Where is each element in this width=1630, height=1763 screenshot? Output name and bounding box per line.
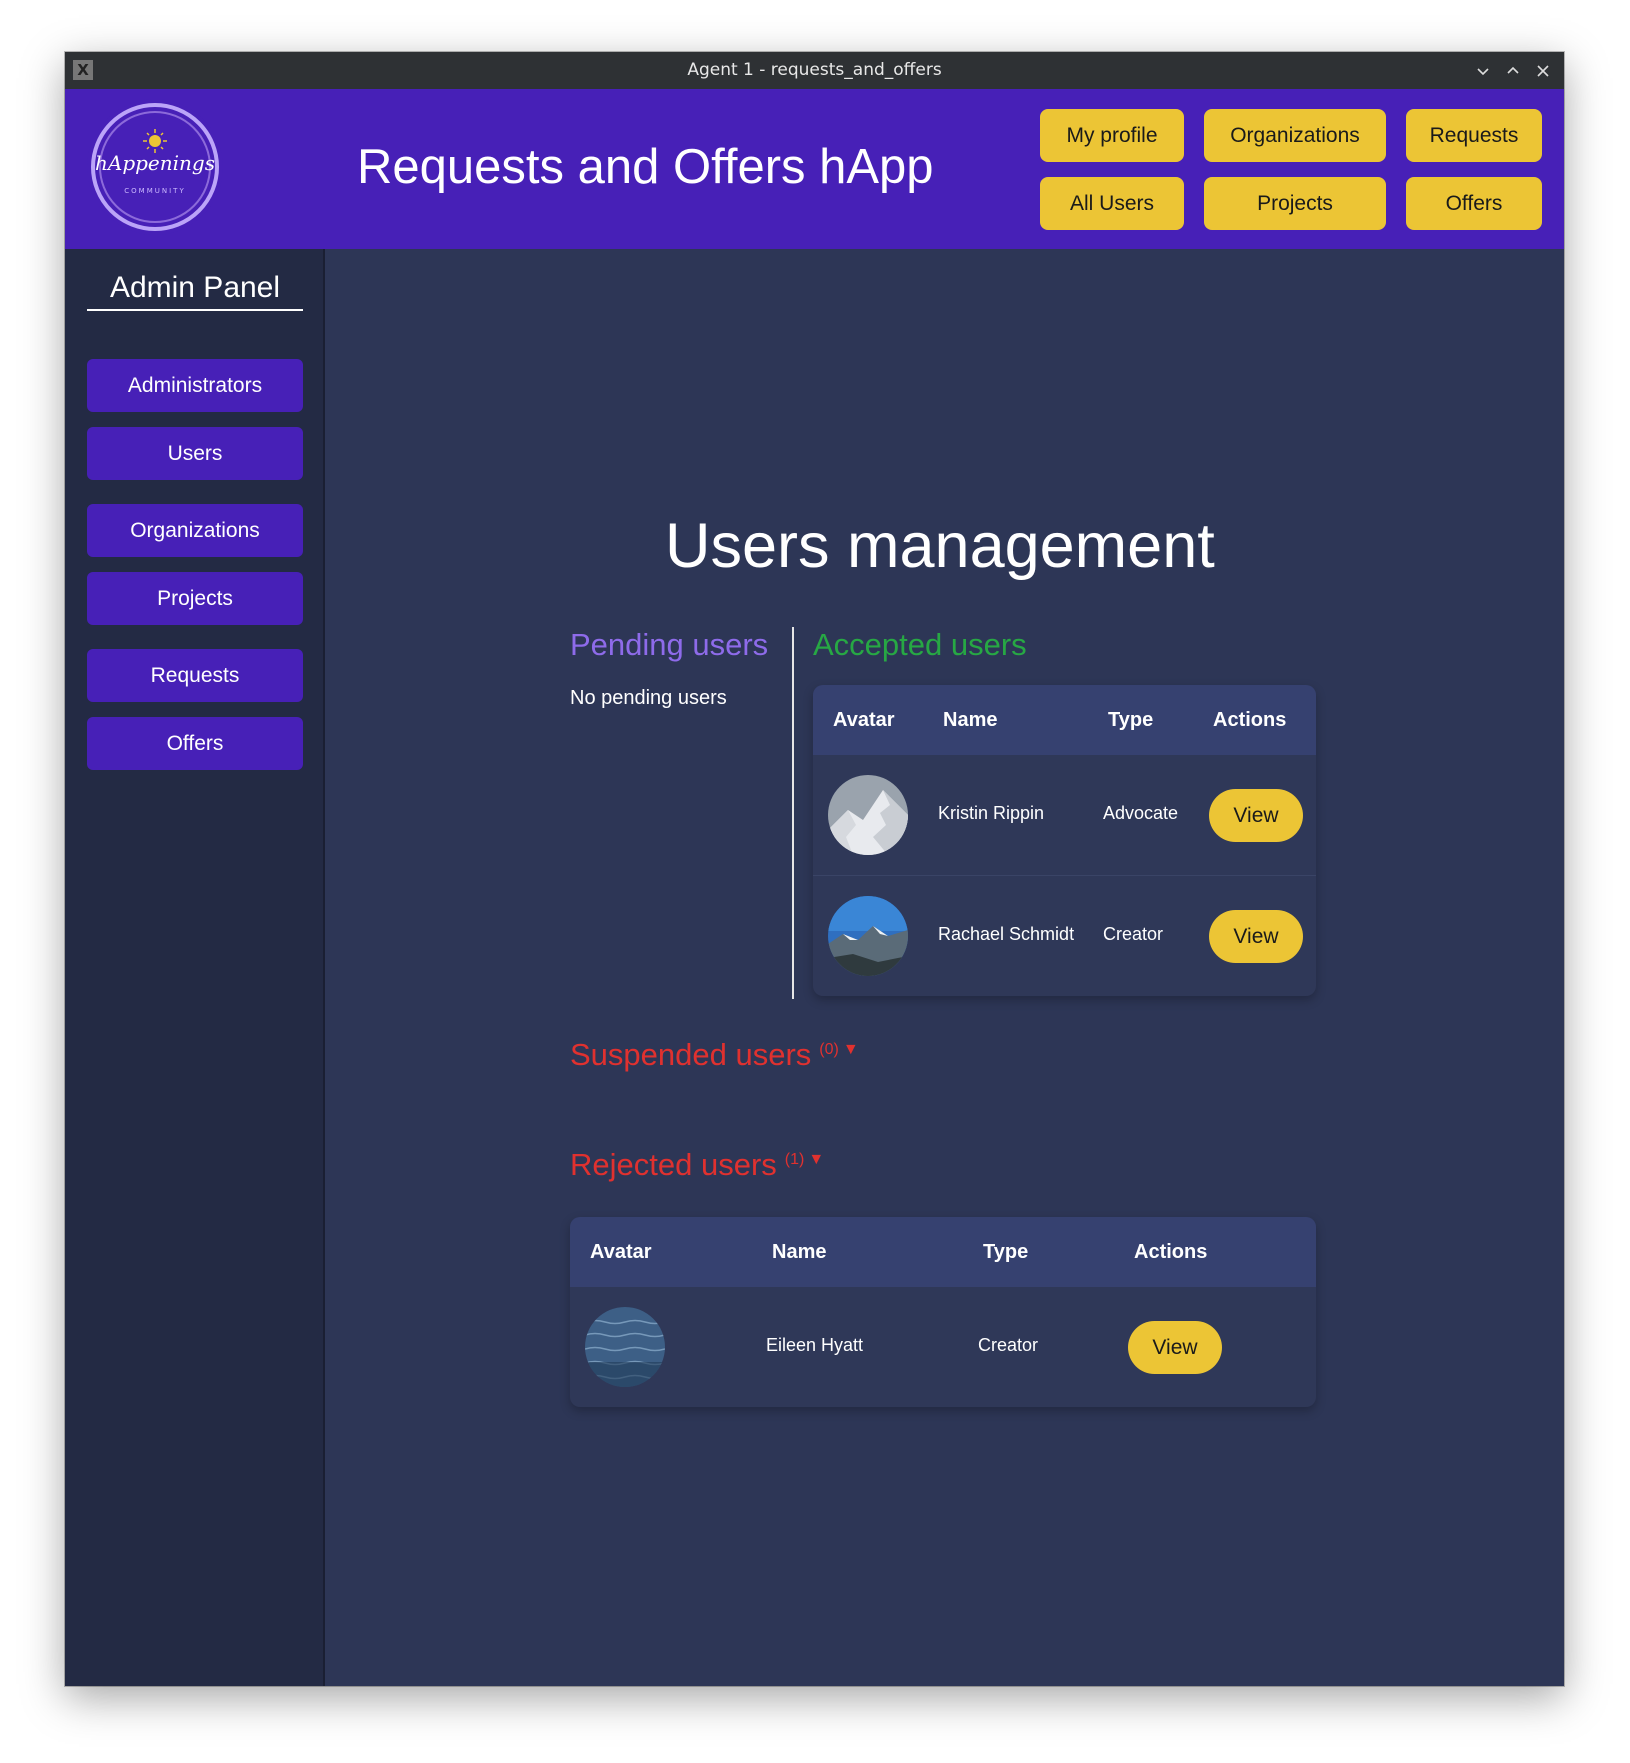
nav-my-profile-button[interactable]: My profile — [1040, 109, 1184, 162]
table-header: Avatar Name Type Actions — [813, 685, 1316, 755]
table-row: Rachael Schmidt Creator View — [813, 876, 1316, 996]
caret-down-icon: ▼ — [842, 1040, 859, 1058]
happenings-logo[interactable]: hAppenings COMMUNITY — [87, 99, 223, 235]
page-title: Users management — [665, 511, 1215, 581]
maximize-icon[interactable] — [1498, 52, 1528, 89]
sidebar-item-requests[interactable]: Requests — [87, 649, 303, 702]
user-name: Eileen Hyatt — [766, 1335, 864, 1355]
app-title: Requests and Offers hApp — [357, 140, 934, 194]
nav-requests-button[interactable]: Requests — [1406, 109, 1542, 162]
rejected-users-heading: Rejected users — [570, 1147, 777, 1182]
rejected-count: (1) — [784, 1150, 805, 1168]
suspended-users-heading: Suspended users — [570, 1037, 812, 1072]
admin-sidebar: Admin Panel Administrators Users Organiz… — [65, 249, 325, 1686]
column-header-name: Name — [772, 1241, 827, 1263]
logo-text: hAppenings — [95, 151, 215, 175]
column-header-avatar: Avatar — [590, 1241, 652, 1263]
user-avatar — [585, 1307, 665, 1387]
app-header: hAppenings COMMUNITY Requests and Offers… — [65, 89, 1564, 249]
accepted-users-table: Avatar Name Type Actions Kristin Rippin … — [813, 685, 1316, 996]
user-avatar — [828, 775, 908, 855]
view-user-button[interactable]: View — [1209, 910, 1303, 963]
sidebar-item-users[interactable]: Users — [87, 427, 303, 480]
sidebar-item-projects[interactable]: Projects — [87, 572, 303, 625]
pending-users-heading: Pending users — [570, 627, 769, 662]
title-bar: X Agent 1 - requests_and_offers — [65, 52, 1564, 89]
rejected-users-table: Avatar Name Type Actions Eileen Hyatt Cr… — [570, 1217, 1316, 1407]
column-divider — [792, 627, 794, 999]
column-header-type: Type — [983, 1241, 1029, 1263]
column-header-avatar: Avatar — [833, 709, 895, 731]
pending-users-empty-text: No pending users — [570, 687, 727, 709]
minimize-icon[interactable] — [1468, 52, 1498, 89]
user-avatar — [828, 896, 908, 976]
column-header-type: Type — [1108, 709, 1154, 731]
nav-all-users-button[interactable]: All Users — [1040, 177, 1184, 230]
view-user-button[interactable]: View — [1128, 1321, 1222, 1374]
table-header: Avatar Name Type Actions — [570, 1217, 1316, 1287]
nav-projects-button[interactable]: Projects — [1204, 177, 1386, 230]
caret-down-icon: ▼ — [808, 1150, 825, 1168]
table-row: Eileen Hyatt Creator View — [570, 1287, 1316, 1407]
user-name: Kristin Rippin — [938, 803, 1045, 823]
sidebar-item-administrators[interactable]: Administrators — [87, 359, 303, 412]
window-title: Agent 1 - requests_and_offers — [687, 60, 942, 80]
column-header-name: Name — [943, 709, 998, 731]
column-header-actions: Actions — [1213, 709, 1287, 731]
suspended-users-toggle[interactable]: Suspended users (0) ▼ — [570, 1037, 859, 1073]
user-name: Rachael Schmidt — [938, 924, 1075, 944]
view-user-button[interactable]: View — [1209, 789, 1303, 842]
table-row: Kristin Rippin Advocate View — [813, 755, 1316, 875]
accepted-users-heading: Accepted users — [813, 627, 1027, 662]
logo-subtext: COMMUNITY — [124, 187, 186, 195]
nav-offers-button[interactable]: Offers — [1406, 177, 1542, 230]
suspended-count: (0) — [819, 1040, 839, 1058]
sidebar-title: Admin Panel — [87, 271, 303, 311]
sidebar-item-organizations[interactable]: Organizations — [87, 504, 303, 557]
app-window: X Agent 1 - requests_and_offers hAppenin… — [65, 52, 1564, 1686]
x11-app-icon: X — [73, 60, 93, 80]
column-header-actions: Actions — [1134, 1241, 1208, 1263]
user-type: Creator — [1103, 924, 1164, 944]
user-type: Advocate — [1103, 803, 1179, 823]
sidebar-item-offers[interactable]: Offers — [87, 717, 303, 770]
user-type: Creator — [978, 1335, 1039, 1355]
nav-organizations-button[interactable]: Organizations — [1204, 109, 1386, 162]
close-icon[interactable] — [1528, 52, 1558, 89]
rejected-users-toggle[interactable]: Rejected users (1) ▼ — [570, 1147, 824, 1183]
